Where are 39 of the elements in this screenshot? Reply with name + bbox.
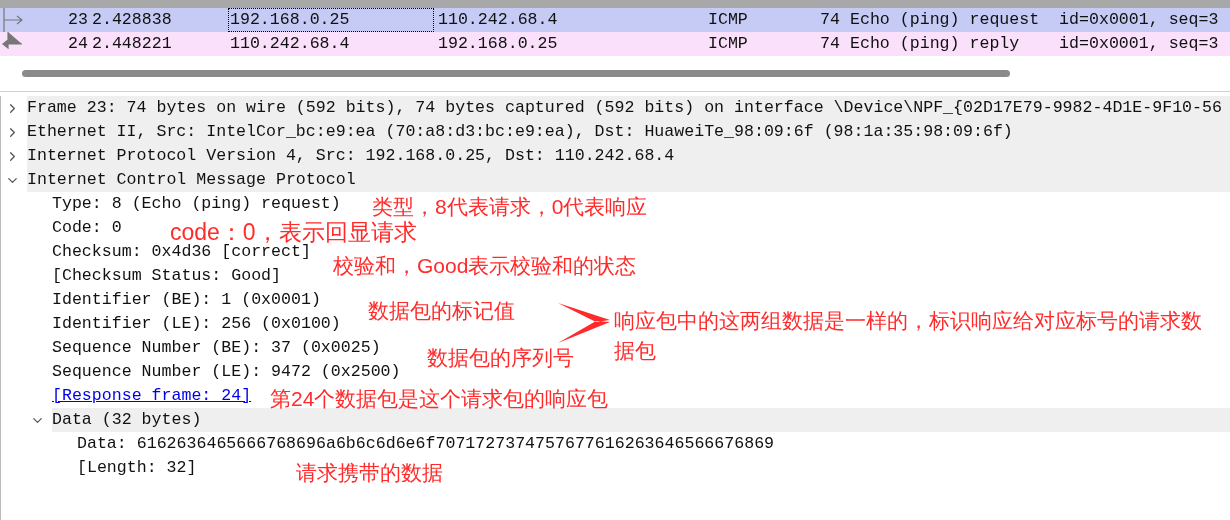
packet-protocol: ICMP xyxy=(708,8,749,31)
tree-field-row[interactable]: Code: 0 xyxy=(52,216,130,240)
tree-field-row[interactable]: Data: 6162636465666768696a6b6c6d6e6f7071727374757677616263646566676869 xyxy=(77,432,783,456)
annotation-text: 校验和，Good表示校验和的状态 xyxy=(333,253,637,279)
packet-length: 74 xyxy=(819,32,840,55)
packet-protocol: ICMP xyxy=(708,32,749,55)
packet-number: 24 xyxy=(67,32,89,55)
packet-info: Echo (ping) reply id=0x0001, seq=3 xyxy=(849,32,1219,55)
tree-field-row[interactable]: Sequence Number (BE): 37 (0x0025) xyxy=(52,336,389,360)
response-frame-link[interactable]: [Response frame: 24] xyxy=(52,384,252,408)
tree-field-row[interactable]: Identifier (BE): 1 (0x0001) xyxy=(52,288,329,312)
annotation-text: 数据包的序列号 xyxy=(427,345,574,371)
packet-source: 192.168.0.25 xyxy=(228,8,434,32)
tree-field-row[interactable]: [Checksum Status: Good] xyxy=(52,264,290,288)
annotation-text: 响应包中的这两组数据是一样的，标识响应给对应标号的请求数据包 xyxy=(614,308,1203,364)
horizontal-scrollbar[interactable] xyxy=(22,70,1010,77)
packet-row[interactable]: 23 2.428838 192.168.0.25 110.242.68.4 ICMP 74 Echo (ping) request id=0x0001, seq=3 xyxy=(0,8,1230,32)
annotation-text: 类型，8代表请求，0代表响应 xyxy=(372,194,648,220)
packet-source: 110.242.68.4 xyxy=(229,33,351,55)
tree-header-row[interactable]: Internet Control Message Protocol xyxy=(27,168,1230,192)
packet-info: Echo (ping) request id=0x0001, seq=3 xyxy=(849,8,1219,31)
packet-destination: 110.242.68.4 xyxy=(437,8,559,31)
tree-header-row[interactable]: Data (32 bytes) xyxy=(52,408,1230,432)
annotation-text: 请求携带的数据 xyxy=(296,460,443,486)
tree-header-row[interactable]: Ethernet II, Src: IntelCor_bc:e9:ea (70:a8:d3:bc:e9:ea), Dst: HuaweiTe_98:09:6f (98:1a:35:98:09:6f) xyxy=(27,120,1230,144)
tree-header-row[interactable]: Internet Protocol Version 4, Src: 192.168.0.25, Dst: 110.242.68.4 xyxy=(27,144,1230,168)
tree-field-row[interactable]: Identifier (LE): 256 (0x0100) xyxy=(52,312,349,336)
packet-number: 23 xyxy=(67,8,89,31)
tree-field-row[interactable]: [Length: 32] xyxy=(77,456,205,480)
packet-length: 74 xyxy=(819,8,840,31)
packet-time: 2.428838 xyxy=(92,8,173,31)
tree-field-row[interactable]: Type: 8 (Echo (ping) request) xyxy=(52,192,349,216)
request-arrow-icon xyxy=(0,8,24,32)
annotation-text: 数据包的标记值 xyxy=(368,298,515,324)
packet-time: 2.448221 xyxy=(92,32,173,55)
packet-row[interactable]: 24 2.448221 110.242.68.4 192.168.0.25 ICMP 74 Echo (ping) reply id=0x0001, seq=3 xyxy=(0,32,1230,56)
packet-destination: 192.168.0.25 xyxy=(437,32,559,55)
tree-header-row[interactable]: Frame 23: 74 bytes on wire (592 bits), 74 bytes captured (592 bits) on interface \Device\NPF_{02D17E79-9982-4D1E-9F10-56 xyxy=(27,96,1230,120)
tree-field-row[interactable]: Sequence Number (LE): 9472 (0x2500) xyxy=(52,360,409,384)
